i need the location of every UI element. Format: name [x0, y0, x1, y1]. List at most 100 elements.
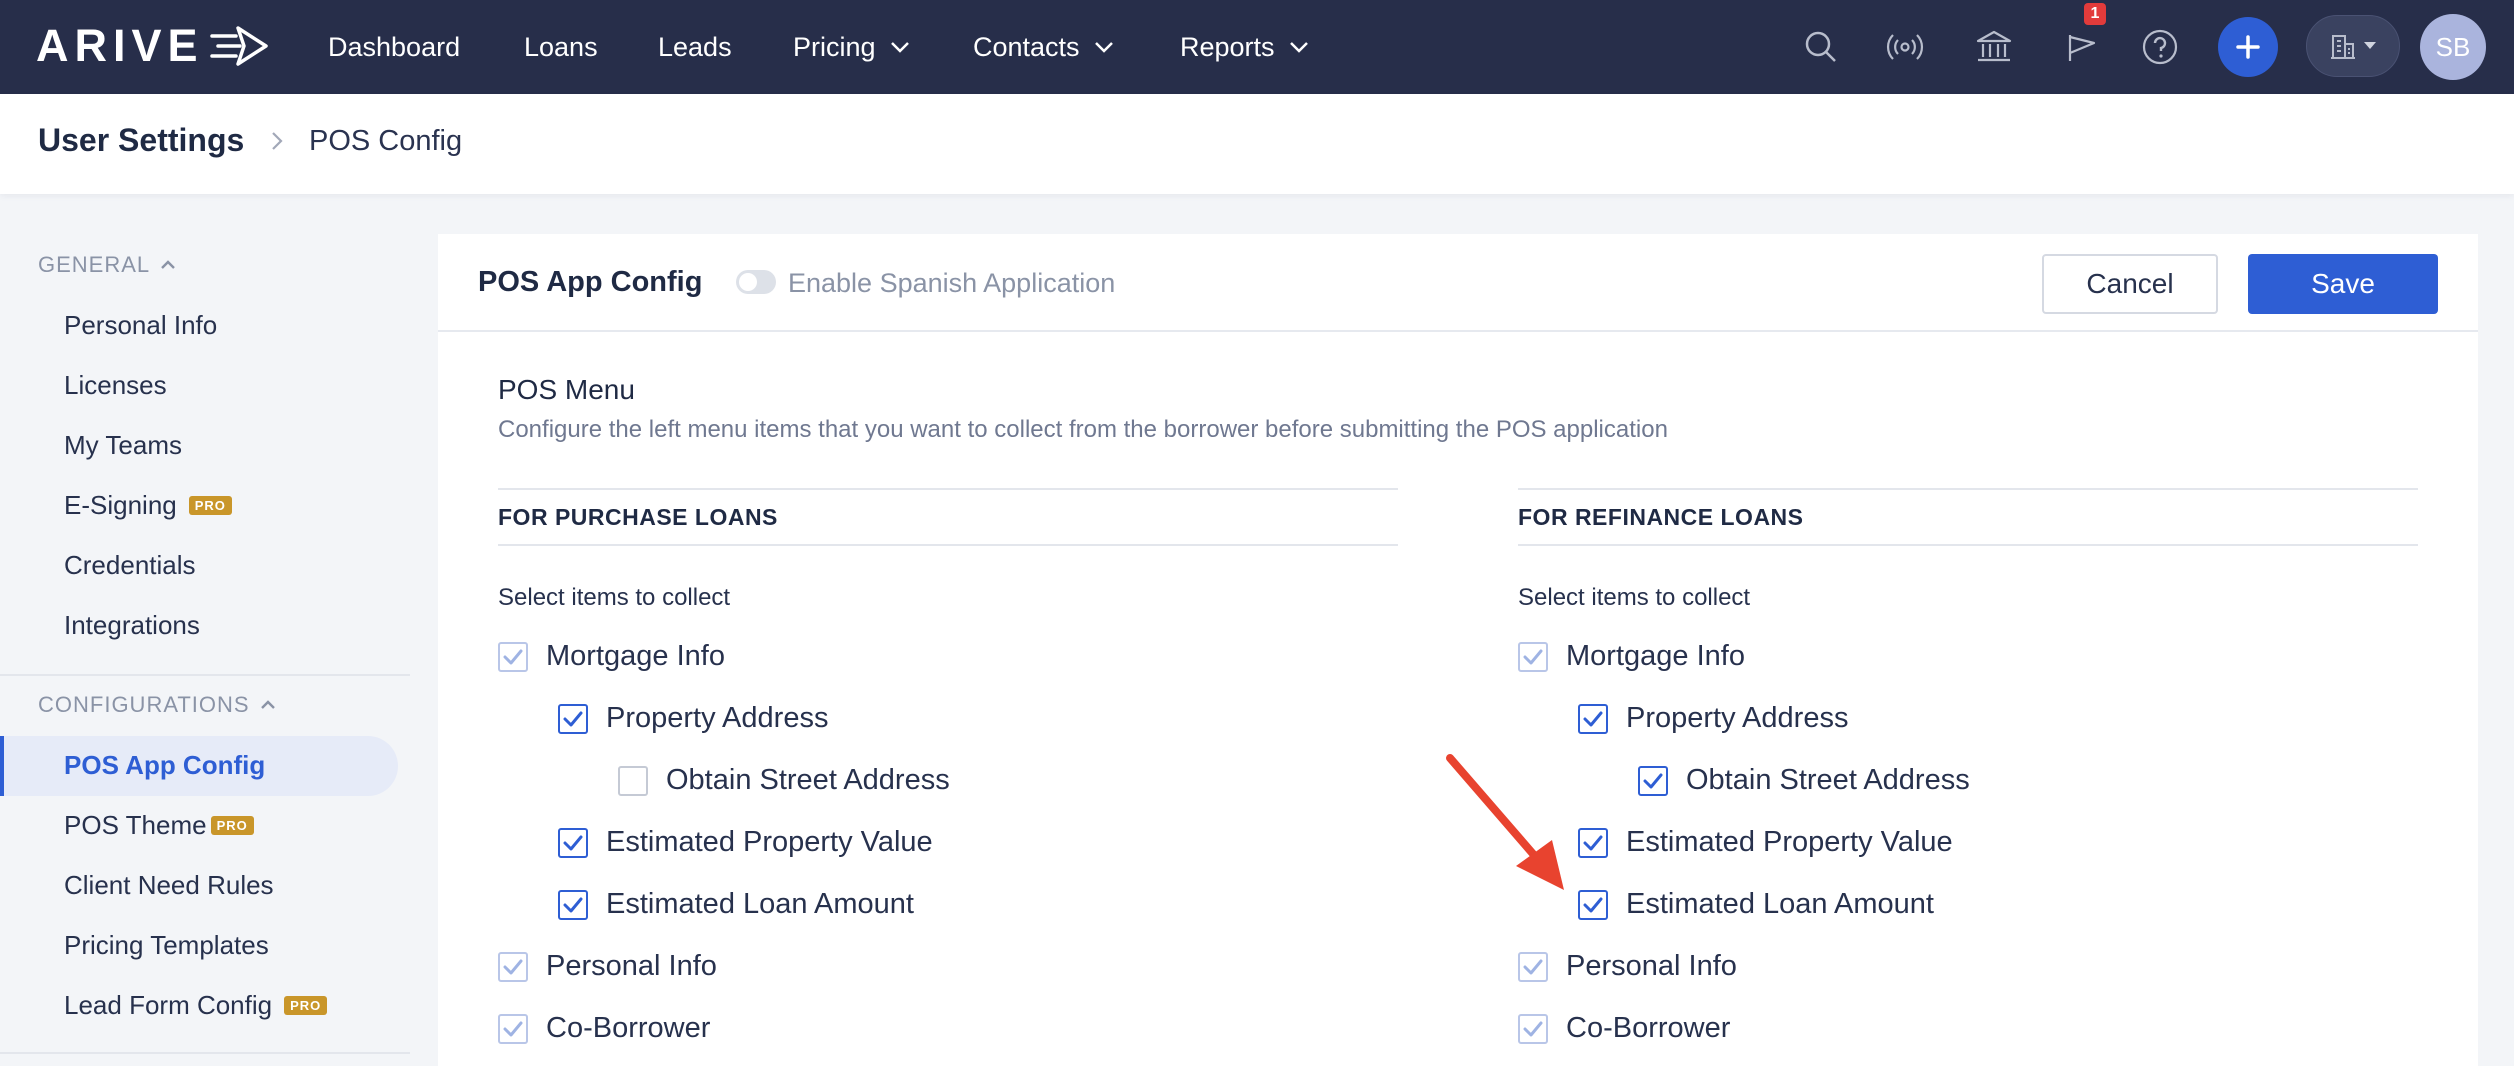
chevron-down-icon — [1094, 42, 1113, 53]
sidebar-item-label: POS App Config — [64, 750, 266, 780]
column-divider — [1518, 544, 2418, 546]
checkbox[interactable] — [558, 703, 588, 734]
checkbox[interactable] — [1578, 889, 1608, 920]
checkbox-row[interactable]: Estimated Property Value — [558, 826, 933, 859]
checkbox-label: Co-Borrower — [546, 1012, 711, 1044]
nav-reports[interactable]: Reports — [1180, 0, 1309, 94]
organization-switcher[interactable] — [2306, 15, 2400, 77]
bank-icon[interactable] — [1970, 23, 2018, 71]
checkbox[interactable] — [1518, 951, 1548, 982]
nav-contacts[interactable]: Contacts — [973, 0, 1114, 94]
sidebar-item-my-teams[interactable]: My Teams — [64, 430, 182, 461]
sidebar-item-integrations[interactable]: Integrations — [64, 610, 200, 641]
search-icon[interactable] — [1797, 23, 1845, 71]
sidebar-item-label: Licenses — [64, 370, 167, 400]
breadcrumb-current: POS Config — [309, 125, 463, 157]
checkmark-icon — [503, 649, 523, 664]
sidebar-item-credentials[interactable]: Credentials — [64, 550, 196, 581]
annotation-arrow-icon — [1446, 754, 1564, 890]
checkbox[interactable] — [1518, 1013, 1548, 1044]
checkbox-row[interactable]: Estimated Property Value — [1578, 826, 1953, 859]
sidebar-item-licenses[interactable]: Licenses — [64, 370, 167, 401]
cancel-button[interactable]: Cancel — [2042, 254, 2218, 314]
nav-pricing[interactable]: Pricing — [793, 0, 910, 94]
checkbox-row[interactable]: Mortgage Info — [1518, 640, 1745, 673]
checkbox-label: Estimated Loan Amount — [1626, 888, 1934, 920]
breadcrumb: User Settings POS Config — [0, 94, 2514, 194]
sidebar-item-e-signing[interactable]: E-Signing PRO — [64, 490, 232, 521]
checkbox-label: Co-Borrower — [1566, 1012, 1731, 1044]
checkbox-row[interactable]: Co-Borrower — [498, 1012, 710, 1045]
checkbox-label: Personal Info — [1566, 950, 1737, 982]
announcement-icon[interactable] — [2058, 23, 2106, 71]
nav-leads-label: Leads — [658, 31, 732, 62]
pro-badge: PRO — [188, 496, 232, 515]
column-subtitle: Select items to collect — [1518, 584, 1751, 611]
section-description: Configure the left menu items that you w… — [498, 416, 1668, 443]
top-navbar: ARIVE Dashboard Loans Leads Pricing Cont… — [0, 0, 2514, 94]
create-new-button[interactable] — [2218, 17, 2278, 77]
checkbox-row[interactable]: Personal Info — [498, 950, 717, 983]
sidebar-item-pos-app-config[interactable]: POS App Config — [64, 750, 265, 781]
sidebar-item-lead-form-config[interactable]: Lead Form Config PRO — [64, 990, 328, 1021]
checkbox-label: Estimated Property Value — [606, 826, 933, 858]
sidebar-item-label: Client Need Rules — [64, 870, 274, 900]
checkbox-row[interactable]: Estimated Loan Amount — [1578, 888, 1934, 921]
checkbox-row[interactable]: Obtain Street Address — [618, 764, 950, 797]
checkmark-icon — [503, 959, 523, 974]
nav-dashboard[interactable]: Dashboard — [328, 0, 460, 94]
checkmark-icon — [563, 835, 583, 850]
checkbox[interactable] — [618, 765, 648, 796]
checkbox[interactable] — [558, 889, 588, 920]
section-title: POS Menu — [498, 374, 635, 405]
sidebar-item-pos-theme[interactable]: POS Theme PRO — [64, 810, 254, 841]
checkbox[interactable] — [498, 951, 528, 982]
checkbox[interactable] — [558, 827, 588, 858]
column-divider — [498, 488, 1398, 490]
building-icon — [2331, 35, 2355, 59]
broadcast-icon[interactable] — [1881, 23, 1929, 71]
checkbox-row[interactable]: Personal Info — [1518, 950, 1737, 983]
checkmark-icon — [1523, 1021, 1543, 1036]
checkbox-row[interactable]: Property Address — [558, 702, 828, 735]
checkbox-row[interactable]: Property Address — [1578, 702, 1848, 735]
checkbox-row[interactable]: Estimated Loan Amount — [558, 888, 914, 921]
checkbox-row[interactable]: Obtain Street Address — [1638, 764, 1970, 797]
checkbox[interactable] — [1578, 827, 1608, 858]
checkbox[interactable] — [498, 1013, 528, 1044]
spanish-application-toggle[interactable] — [736, 270, 776, 294]
checkbox[interactable] — [1578, 703, 1608, 734]
checkbox-label: Mortgage Info — [546, 640, 725, 672]
checkmark-icon — [1583, 897, 1603, 912]
breadcrumb-root[interactable]: User Settings — [38, 122, 244, 159]
sidebar-divider — [0, 1052, 410, 1054]
arive-logo[interactable]: ARIVE — [36, 18, 270, 74]
logo-text: ARIVE — [36, 20, 204, 71]
checkbox-row[interactable]: Mortgage Info — [498, 640, 725, 673]
checkbox[interactable] — [1518, 641, 1548, 672]
checkbox-label: Personal Info — [546, 950, 717, 982]
sidebar-item-label: Lead Form Config — [64, 990, 273, 1020]
avatar[interactable]: SB — [2420, 14, 2486, 80]
sidebar-item-label: My Teams — [64, 430, 182, 460]
checkbox-row[interactable]: Co-Borrower — [1518, 1012, 1730, 1045]
sidebar-section-label: GENERAL — [38, 252, 151, 277]
sidebar-item-client-need-rules[interactable]: Client Need Rules — [64, 870, 274, 901]
sidebar-item-label: Integrations — [64, 610, 200, 640]
nav-loans[interactable]: Loans — [524, 0, 598, 94]
help-icon[interactable] — [2136, 23, 2184, 71]
sidebar-section-configurations[interactable]: CONFIGURATIONS — [38, 692, 276, 718]
chevron-up-icon — [260, 700, 275, 709]
chevron-down-icon — [890, 42, 909, 53]
sidebar-item-pricing-templates[interactable]: Pricing Templates — [64, 930, 269, 961]
sidebar-item-label: POS Theme — [64, 810, 207, 840]
save-button[interactable]: Save — [2248, 254, 2438, 314]
checkmark-icon — [1583, 711, 1603, 726]
checkbox[interactable] — [1638, 765, 1668, 796]
nav-leads[interactable]: Leads — [658, 0, 732, 94]
pro-badge: PRO — [210, 816, 254, 835]
checkbox[interactable] — [498, 641, 528, 672]
sidebar-section-general[interactable]: GENERAL — [38, 252, 176, 278]
sidebar-item-label: Pricing Templates — [64, 930, 269, 960]
sidebar-item-personal-info[interactable]: Personal Info — [64, 310, 217, 341]
